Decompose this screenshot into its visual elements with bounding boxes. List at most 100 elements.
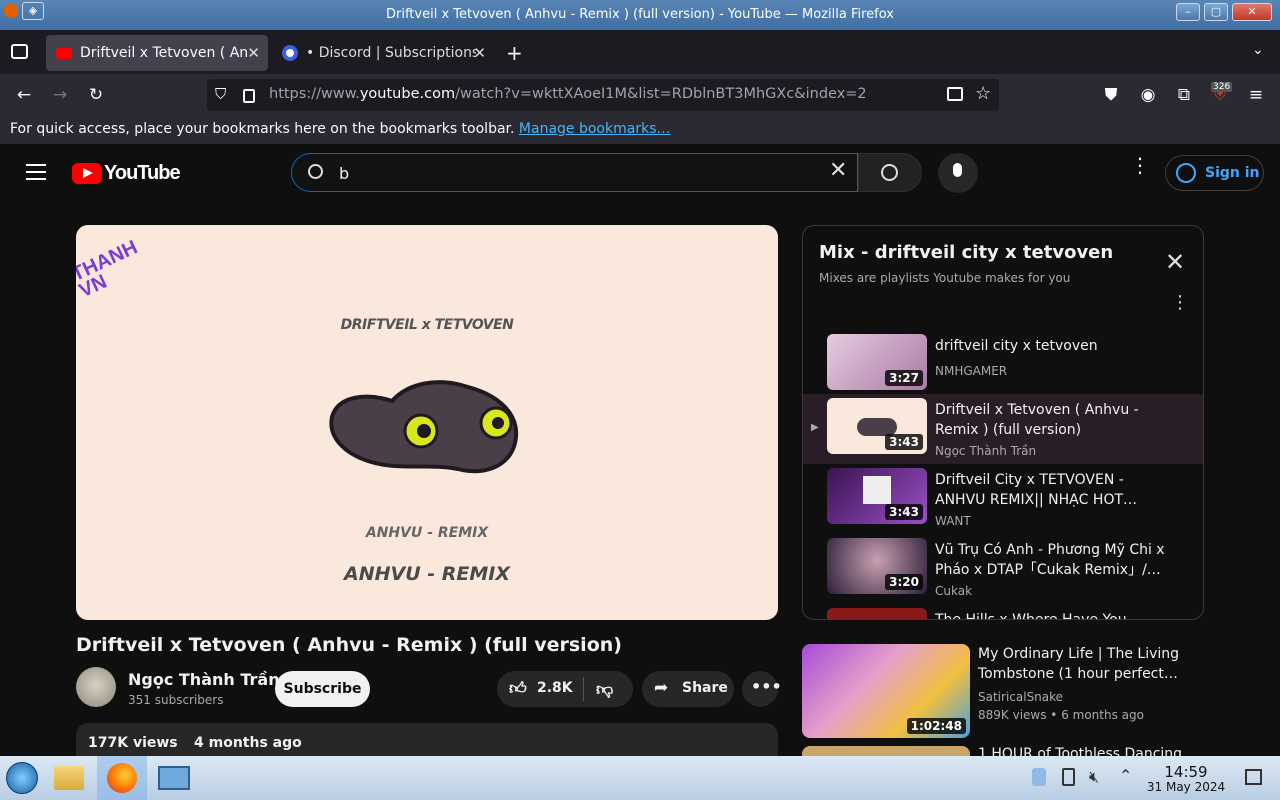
list-tabs-icon[interactable]: ⌄ (1252, 42, 1264, 58)
search-input[interactable]: b ✕ (291, 153, 858, 192)
playlist-item[interactable]: 3:27 driftveil city x tetvoven NMHGAMER (803, 330, 1203, 400)
channel-watermark: THANH VN (76, 236, 141, 303)
lock-icon[interactable] (243, 89, 255, 103)
voice-search-button[interactable] (938, 153, 978, 193)
tab-overview-icon[interactable] (11, 44, 28, 59)
youtube-logo[interactable]: YouTube (72, 161, 181, 185)
thumbs-up-icon: 👍︎ (509, 679, 527, 699)
channel-avatar[interactable] (76, 667, 116, 707)
playlist-item-channel: Cukak (935, 584, 973, 598)
search-button[interactable] (858, 153, 922, 192)
tab-discord[interactable]: • Discord | Subscriptions ✕ (272, 35, 494, 71)
playlist-more-icon[interactable]: ⋮ (1171, 292, 1189, 313)
reload-icon[interactable]: ↻ (86, 85, 106, 105)
like-dislike-group: 👍︎ 2.8K 👎︎ (497, 671, 633, 707)
video-player[interactable]: THANH VN DRIFTVEIL x TETVOVEN ANHVU - RE… (76, 225, 778, 620)
new-tab-icon[interactable]: + (506, 41, 523, 65)
account-icon[interactable]: ◉ (1138, 85, 1158, 105)
subscribe-button[interactable]: Subscribe (275, 671, 370, 707)
playlist-item[interactable]: The Hills x Where Have You Been (803, 604, 1203, 620)
sign-in-label: Sign in (1205, 165, 1260, 181)
dislike-button[interactable]: 👎︎ (584, 671, 633, 707)
remote-desktop-icon[interactable] (158, 766, 190, 790)
maximize-button[interactable]: ▢ (1204, 3, 1228, 21)
thumbs-down-icon: 👎︎ (596, 680, 614, 700)
video-thumbnail: 3:27 (827, 334, 927, 390)
video-art-caption: ANHVU - REMIX (344, 563, 510, 585)
video-thumbnail: 3:43 (827, 468, 927, 524)
close-tab-icon[interactable]: ✕ (473, 44, 486, 62)
video-thumbnail: 3:43 (827, 398, 927, 454)
duration-badge: 3:43 (885, 434, 923, 450)
youtube-play-icon (72, 162, 102, 184)
sign-in-button[interactable]: Sign in (1165, 155, 1264, 191)
recommendation-channel: SatiricalSnake (978, 690, 1064, 704)
url-text[interactable]: https://www.youtube.com/watch?v=wkttXAoe… (269, 86, 867, 102)
tab-label: • Discord | Subscriptions (306, 45, 476, 61)
manage-bookmarks-link[interactable]: Manage bookmarks… (519, 121, 671, 137)
like-count: 2.8K (537, 680, 573, 696)
recommendation-item[interactable]: 1 HOUR of Toothless Dancing to… (802, 746, 1204, 756)
clock-time[interactable]: 14:59 (1146, 763, 1226, 781)
more-actions-button[interactable]: ••• (742, 671, 782, 707)
tab-youtube[interactable]: Driftveil x Tetvoven ( Anh ✕ (46, 35, 268, 71)
nav-bar: ← → ↻ ⛉ https://www.youtube.com/watch?v=… (0, 74, 1280, 116)
video-thumbnail (802, 746, 970, 756)
guide-menu-icon[interactable] (26, 164, 46, 180)
video-thumbnail: 3:20 (827, 538, 927, 594)
firefox-icon (107, 763, 137, 793)
settings-more-icon[interactable]: ⋮ (1130, 155, 1150, 175)
mix-playlist-panel: Mix - driftveil city x tetvoven Mixes ar… (802, 225, 1204, 620)
video-art-creature (329, 380, 519, 474)
description-box[interactable]: 177K views 4 months ago (76, 723, 778, 756)
firefox-taskbar-button[interactable] (97, 756, 147, 800)
video-thumbnail: 1:02:48 (802, 644, 970, 738)
playlist-item-channel: Ngọc Thành Trần (935, 444, 1037, 458)
like-button[interactable]: 👍︎ 2.8K (497, 671, 582, 707)
show-desktop-icon[interactable] (1245, 769, 1262, 785)
clear-search-icon[interactable]: ✕ (829, 158, 847, 183)
forward-icon[interactable]: → (50, 85, 70, 105)
channel-name[interactable]: Ngọc Thành Trần (128, 670, 280, 689)
close-playlist-icon[interactable]: ✕ (1165, 248, 1185, 276)
tab-label: Driftveil x Tetvoven ( Anh (80, 45, 248, 61)
picture-in-picture-icon[interactable] (947, 87, 963, 101)
share-button[interactable]: ➦ Share (642, 671, 734, 707)
recommendation-item[interactable]: 1:02:48 My Ordinary Life | The Living To… (802, 644, 1204, 738)
network-tray-icon[interactable] (1032, 768, 1046, 786)
close-tab-icon[interactable]: ✕ (247, 44, 260, 62)
playlist-title[interactable]: Mix - driftveil city x tetvoven (819, 242, 1113, 263)
playlist-item[interactable]: 3:20 Vũ Trụ Có Anh - Phương Mỹ Chi x Phá… (803, 534, 1203, 604)
duration-badge: 3:20 (885, 574, 923, 590)
search-query[interactable]: b (339, 164, 349, 183)
volume-muted-icon[interactable]: 🔇︎ (1089, 767, 1099, 787)
bookmarks-toolbar: For quick access, place your bookmarks h… (0, 116, 1280, 144)
url-bar[interactable]: ⛉ https://www.youtube.com/watch?v=wkttXA… (207, 79, 999, 111)
microphone-icon (953, 163, 962, 177)
file-manager-icon[interactable] (54, 766, 84, 790)
playlist-item[interactable]: 3:43 Driftveil City x TETVOVEN - ANHVU R… (803, 464, 1203, 534)
clock-date[interactable]: 31 May 2024 (1140, 780, 1232, 794)
youtube-page: YouTube b ✕ ⋮ Sign in THANH VN DRIFTVEIL… (0, 144, 1280, 756)
shield-icon[interactable]: ⛉ (215, 85, 226, 103)
back-icon[interactable]: ← (14, 85, 34, 105)
close-window-button[interactable]: ✕ (1232, 3, 1272, 21)
playlist-item-current[interactable]: ▶ 3:43 Driftveil x Tetvoven ( Anhvu - Re… (803, 394, 1203, 464)
minimize-button[interactable]: – (1176, 3, 1200, 21)
bookmark-star-icon[interactable]: ☆ (975, 83, 991, 104)
tab-strip: Driftveil x Tetvoven ( Anh ✕ • Discord |… (0, 30, 1280, 74)
recommendation-meta: 889K views • 6 months ago (978, 708, 1144, 722)
start-button[interactable] (6, 762, 38, 794)
account-circle-icon (1176, 163, 1196, 183)
more-horizontal-icon: ••• (751, 677, 782, 696)
subscriber-count: 351 subscribers (128, 693, 224, 707)
clipboard-tray-icon[interactable] (1062, 768, 1075, 786)
duration-badge: 1:02:48 (906, 718, 966, 734)
playlist-item-title: The Hills x Where Have You Been (935, 612, 1127, 620)
show-hidden-icons-icon[interactable]: ⌃ (1119, 766, 1132, 785)
playlist-item-title: Driftveil x Tetvoven ( Anhvu - Remix ) (… (935, 402, 1139, 438)
extensions-icon[interactable]: ⧉ (1174, 85, 1194, 105)
playlist-item-title: Driftveil City x TETVOVEN - ANHVU REMIX|… (935, 472, 1138, 508)
menu-icon[interactable]: ≡ (1246, 85, 1266, 105)
pocket-icon[interactable]: ⛊ (1101, 85, 1121, 105)
